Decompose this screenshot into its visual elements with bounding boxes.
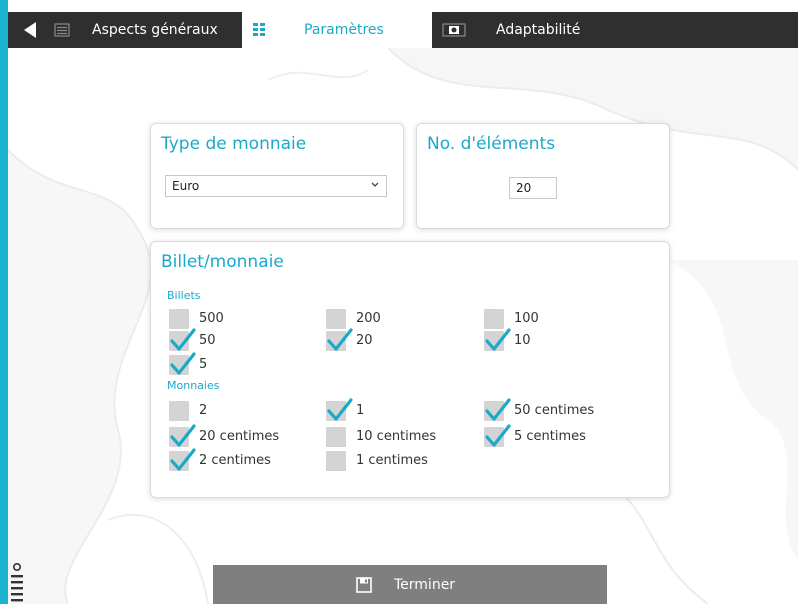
currency-type-title: Type de monnaie — [161, 134, 307, 154]
checkmark-icon — [170, 448, 196, 471]
checkbox-box — [169, 352, 196, 375]
billets-label: Billets — [167, 289, 201, 302]
checkbox-label: 500 — [199, 311, 224, 326]
element-count-input[interactable]: 20 — [509, 177, 557, 199]
checkbox-box — [169, 328, 196, 351]
tab-parametres[interactable]: Paramètres — [242, 12, 432, 48]
checkbox-label: 20 — [356, 333, 373, 348]
checkbox-label: 1 — [356, 403, 365, 418]
checkbox-box — [169, 448, 196, 471]
checkbox-label: 100 — [514, 311, 539, 326]
checkbox-box — [169, 401, 189, 421]
checkbox-box — [484, 398, 511, 421]
puzzle-icon — [442, 23, 466, 37]
checkbox-label: 50 centimes — [514, 403, 595, 418]
chevron-down-icon — [371, 182, 379, 187]
checkbox-box — [484, 309, 504, 329]
checkmark-icon — [327, 398, 353, 421]
tab-label: Paramètres — [304, 22, 384, 38]
settings-list-icon — [253, 23, 265, 36]
monnaies-label: Monnaies — [167, 379, 220, 392]
checkmark-icon — [327, 328, 353, 351]
tab-label: Adaptabilité — [496, 22, 581, 38]
app-window: Aspects généraux Paramètres Adaptabilité — [8, 0, 798, 604]
checkmark-icon — [170, 352, 196, 375]
checkbox-box — [484, 424, 511, 447]
checkbox-label: 1 centimes — [356, 453, 428, 468]
checkbox-label: 50 — [199, 333, 216, 348]
checkbox-label: 10 — [514, 333, 531, 348]
currency-selected-value: Euro — [172, 179, 200, 193]
tab-bar: Aspects généraux Paramètres Adaptabilité — [8, 12, 798, 48]
checkbox-box — [326, 398, 353, 421]
checkbox-label: 5 — [199, 357, 208, 372]
checkbox-label: 20 centimes — [199, 429, 280, 444]
checkmark-icon — [485, 424, 511, 447]
currency-type-card: Type de monnaie Euro — [150, 123, 404, 229]
tab-label: Aspects généraux — [92, 22, 218, 38]
checkbox-box — [326, 309, 346, 329]
finish-label: Terminer — [394, 577, 456, 593]
checkbox-label: 5 centimes — [514, 429, 586, 444]
tab-aspects-generaux[interactable]: Aspects généraux — [52, 12, 236, 48]
brand-logo-icon — [11, 562, 23, 602]
checkbox-box — [484, 328, 511, 351]
checkbox-box — [326, 451, 346, 471]
checkmark-icon — [170, 328, 196, 351]
element-count-card: No. d'éléments 20 — [416, 123, 670, 229]
back-arrow-icon[interactable] — [20, 20, 40, 40]
checkbox-box — [326, 328, 353, 351]
money-title: Billet/monnaie — [161, 252, 284, 272]
checkmark-icon — [170, 424, 196, 447]
checkbox-label: 2 centimes — [199, 453, 271, 468]
checkbox-label: 2 — [199, 403, 208, 418]
checkbox-label: 200 — [356, 311, 381, 326]
save-icon — [356, 577, 372, 593]
money-card: Billet/monnaie Billets 500 200 100 50 20… — [150, 241, 670, 498]
list-icon — [54, 23, 70, 37]
checkbox-box — [326, 427, 346, 447]
checkmark-icon — [485, 398, 511, 421]
checkbox-box — [169, 309, 189, 329]
tab-adaptabilite[interactable]: Adaptabilité — [440, 12, 620, 48]
currency-select[interactable]: Euro — [165, 175, 387, 197]
checkmark-icon — [485, 328, 511, 351]
checkbox-label: 10 centimes — [356, 429, 437, 444]
finish-button[interactable]: Terminer — [213, 565, 607, 604]
checkbox-box — [169, 424, 196, 447]
element-count-title: No. d'éléments — [427, 134, 556, 154]
